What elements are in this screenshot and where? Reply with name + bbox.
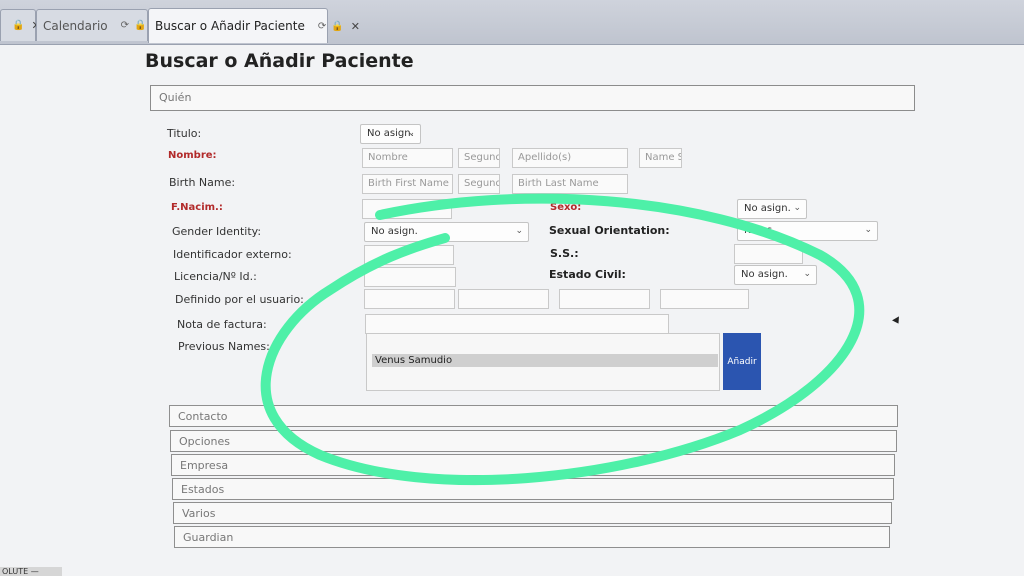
fnacim-input[interactable] [362, 199, 452, 219]
section-header-quien[interactable]: Quién [150, 85, 915, 111]
nota-factura-input[interactable] [365, 314, 669, 334]
chevron-down-icon: ⌄ [515, 226, 523, 236]
main-panel: Buscar o Añadir Paciente Quién Titulo: N… [0, 45, 1024, 576]
add-previous-name-button[interactable]: Añadir [723, 333, 761, 390]
apellidos-input[interactable]: Apellido(s) [512, 148, 628, 168]
identificador-externo-label: Identificador externo: [173, 248, 292, 261]
sexual-orientation-select[interactable]: No as ⌄ [737, 221, 878, 241]
lock-icon: 🔒 [12, 20, 25, 31]
user-defined-input-3[interactable] [559, 289, 650, 309]
sexo-value: No asign. [744, 203, 791, 214]
user-defined-input-2[interactable] [458, 289, 549, 309]
chevron-down-icon: ⌄ [793, 203, 801, 213]
section-header-contacto[interactable]: Contacto [169, 405, 898, 427]
user-defined-input-4[interactable] [660, 289, 749, 309]
nombre-input[interactable]: Nombre [362, 148, 453, 168]
gender-identity-select[interactable]: No asign. ⌄ [364, 222, 529, 242]
chevron-down-icon: ⌄ [407, 128, 415, 138]
tab-bar: 🔒 ✕ Calendario ⟳ 🔒 ✕ Buscar o Añadir Pac… [0, 0, 1024, 45]
page-title: Buscar o Añadir Paciente [145, 50, 414, 72]
name-suffix-input[interactable]: Name Su [639, 148, 682, 168]
refresh-icon[interactable]: ⟳ [121, 20, 129, 31]
section-header-guardian[interactable]: Guardian [174, 526, 890, 548]
definido-usuario-label: Definido por el usuario: [175, 293, 304, 306]
refresh-icon[interactable]: ⟳ [318, 21, 326, 32]
nota-factura-label: Nota de factura: [177, 318, 267, 331]
titulo-select[interactable]: No asign. ⌄ [360, 124, 421, 144]
chevron-down-icon: ⌄ [864, 225, 872, 235]
titulo-label: Titulo: [167, 127, 202, 140]
tab-buscar-paciente[interactable]: Buscar o Añadir Paciente ⟳ 🔒 ✕ [148, 8, 360, 43]
tab-label: Calendario [43, 18, 108, 33]
ss-label: S.S.: [550, 247, 579, 260]
estado-civil-select[interactable]: No asign. ⌄ [734, 265, 817, 285]
birth-last-name-input[interactable]: Birth Last Name [512, 174, 628, 194]
nombre-label: Nombre: [168, 150, 217, 161]
estado-civil-value: No asign. [741, 269, 788, 280]
sexual-orientation-label: Sexual Orientation: [549, 224, 670, 237]
section-header-opciones[interactable]: Opciones [170, 430, 897, 452]
birth-first-name-input[interactable]: Birth First Name [362, 174, 453, 194]
licencia-label: Licencia/Nº Id.: [174, 270, 257, 283]
section-header-varios[interactable]: Varios [173, 502, 892, 524]
fnacim-label: F.Nacim.: [171, 202, 223, 213]
segundo-nombre-input[interactable]: Segundo [458, 148, 500, 168]
section-header-estados[interactable]: Estados [172, 478, 894, 500]
tab-pinned[interactable]: 🔒 ✕ [0, 9, 41, 41]
identificador-externo-input[interactable] [364, 245, 454, 265]
ss-input[interactable] [734, 244, 803, 264]
user-defined-input-1[interactable] [364, 289, 455, 309]
sexual-orientation-value: No as [744, 225, 773, 236]
list-item[interactable]: Venus Samudio [372, 354, 718, 367]
chevron-down-icon: ⌄ [803, 269, 811, 279]
birth-name-label: Birth Name: [169, 176, 236, 189]
close-icon[interactable]: ✕ [351, 20, 360, 33]
licencia-input[interactable] [364, 267, 456, 287]
sexo-label: Sexo: [550, 202, 582, 213]
lock-icon: 🔒 [134, 20, 147, 31]
tab-label: Buscar o Añadir Paciente [155, 19, 305, 33]
mouse-cursor-icon [892, 316, 902, 326]
estado-civil-label: Estado Civil: [549, 268, 626, 281]
birth-segundo-input[interactable]: Segundo [458, 174, 500, 194]
sexo-select[interactable]: No asign. ⌄ [737, 199, 807, 219]
previous-names-label: Previous Names: [178, 340, 270, 353]
tab-calendario[interactable]: Calendario ⟳ 🔒 ✕ [36, 9, 163, 41]
section-header-empresa[interactable]: Empresa [171, 454, 895, 476]
lock-icon: 🔒 [331, 20, 344, 32]
gender-identity-value: No asign. [371, 226, 418, 237]
status-bar: OLUTE — [0, 567, 62, 576]
gender-identity-label: Gender Identity: [172, 225, 262, 238]
previous-names-list[interactable]: Venus Samudio [366, 333, 720, 391]
